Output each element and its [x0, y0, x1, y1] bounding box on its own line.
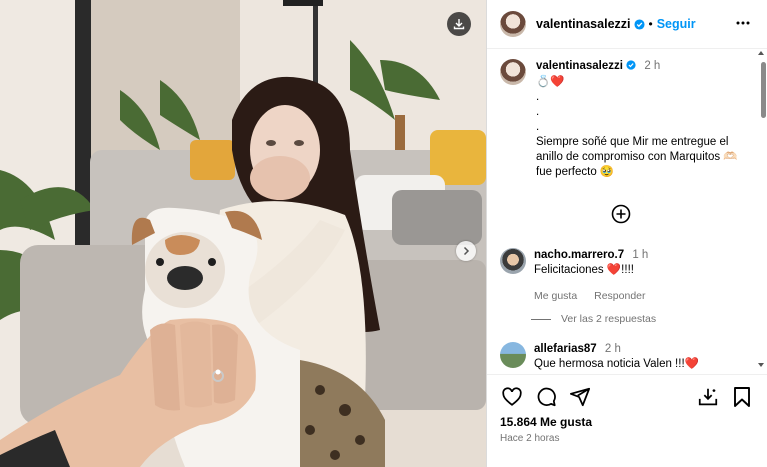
post-details-panel: valentinasalezzi • Seguir valentinasalez…	[486, 0, 767, 467]
bookmark-icon	[734, 387, 750, 407]
view-replies-label: Ver las 2 respuestas	[561, 313, 657, 325]
download-button[interactable]	[447, 12, 471, 36]
view-replies-button[interactable]: Ver las 2 respuestas	[531, 313, 656, 325]
replies-divider	[531, 318, 551, 320]
comment-icon	[537, 387, 556, 407]
like-button[interactable]	[500, 385, 524, 409]
avatar[interactable]	[500, 342, 526, 368]
follow-button[interactable]: Seguir	[657, 17, 696, 31]
scroll-up-arrow[interactable]	[758, 51, 764, 55]
likes-count[interactable]: 15.864 Me gusta	[500, 415, 592, 429]
verified-icon	[626, 60, 636, 70]
post-modal: valentinasalezzi • Seguir valentinasalez…	[0, 0, 767, 467]
caption-text: 💍❤️ . . . Siempre soñé que Mir me entreg…	[536, 76, 738, 178]
plus-circle-icon	[611, 204, 631, 224]
avatar[interactable]	[500, 59, 526, 85]
verified-icon	[633, 18, 645, 30]
comment-text: Felicitaciones ❤️!!!!	[534, 264, 634, 276]
share-icon	[569, 387, 591, 407]
comment-text: Que hermosa noticia Valen !!!❤️	[534, 358, 699, 370]
post-header: valentinasalezzi • Seguir	[487, 0, 767, 49]
scroll-down-arrow[interactable]	[758, 363, 764, 367]
scrollbar[interactable]	[761, 62, 766, 118]
share-button[interactable]	[568, 385, 592, 409]
avatar[interactable]	[500, 11, 526, 37]
download-icon	[453, 19, 465, 30]
comment-like-button[interactable]: Me gusta	[534, 290, 577, 302]
post-caption: valentinasalezzi 2 h 💍❤️ . . . Siempre s…	[500, 59, 750, 180]
post-photo[interactable]	[0, 0, 486, 467]
caption-username[interactable]: valentinasalezzi	[536, 60, 623, 72]
comments-section: valentinasalezzi 2 h 💍❤️ . . . Siempre s…	[487, 50, 757, 373]
comment: allefarias87 2 h Que hermosa noticia Val…	[500, 342, 750, 372]
insights-button[interactable]	[696, 385, 720, 409]
comment-reply-button[interactable]: Responder	[594, 290, 645, 302]
heart-icon	[502, 387, 522, 406]
load-more-comments-button[interactable]	[611, 204, 631, 229]
post-timestamp: Hace 2 horas	[500, 433, 560, 444]
post-actions: 15.864 Me gusta Hace 2 horas	[487, 374, 767, 467]
more-options-icon[interactable]	[735, 15, 751, 31]
download-tray-icon	[698, 388, 718, 406]
separator-dot: •	[648, 17, 653, 31]
next-photo-button[interactable]	[456, 241, 476, 261]
comment-button[interactable]	[534, 385, 558, 409]
comment-time: 2 h	[604, 343, 621, 355]
chevron-right-icon	[463, 246, 470, 256]
avatar[interactable]	[500, 248, 526, 274]
comment-username[interactable]: allefarias87	[534, 343, 597, 355]
save-button[interactable]	[730, 385, 754, 409]
comment-time: 1 h	[632, 249, 649, 261]
author-username[interactable]: valentinasalezzi	[536, 17, 631, 31]
caption-time: 2 h	[644, 60, 661, 72]
comment-username[interactable]: nacho.marrero.7	[534, 249, 624, 261]
comment: nacho.marrero.7 1 h Felicitaciones ❤️!!!…	[500, 248, 750, 304]
post-image	[0, 0, 486, 467]
